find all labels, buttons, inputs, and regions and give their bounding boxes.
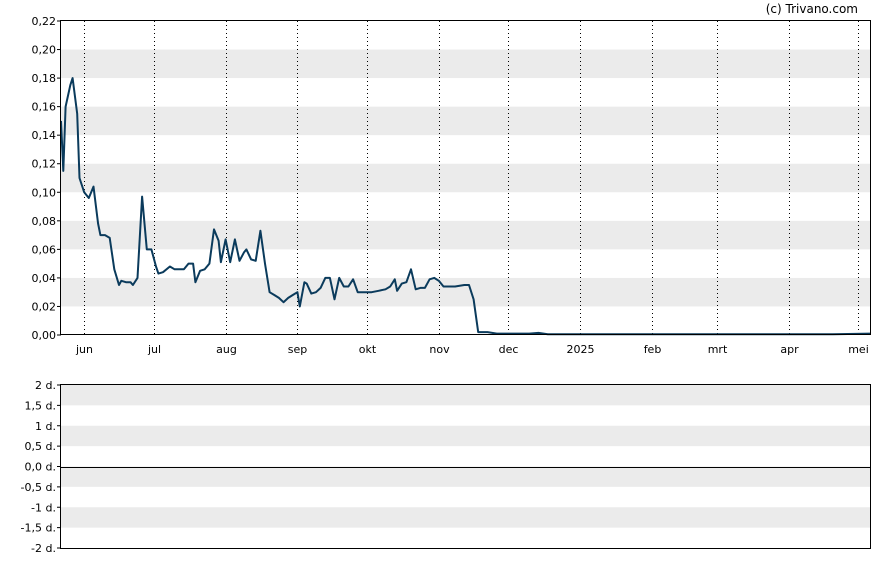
x-tick-label: jun [75,343,93,356]
x-tick-label: mei [848,343,869,356]
copyright-label: (c) Trivano.com [765,2,858,16]
x-tick-label: sep [288,343,307,356]
grid-band [61,466,870,487]
x-tick-label: 2025 [567,343,595,356]
grid-band [61,49,870,79]
grid-band [61,385,870,406]
y-tick-label: 1,5 d. [25,399,56,412]
x-tick-label: apr [780,343,799,356]
y-tick-label: 0,08 [32,215,57,228]
y-tick-label: -2 d. [31,542,56,555]
grid-band [61,425,870,447]
top-x-axis-labels: jun jul aug sep okt nov dec 2025 feb mrt apr mei [75,343,869,356]
top-grid-bands [61,49,870,307]
x-tick-label: okt [359,343,377,356]
y-tick-label: -0,5 d. [21,481,56,494]
grid-band [61,163,870,193]
bottom-y-axis-labels: -2 d. -1,5 d. -1 d. -0,5 d. 0,0 d. 0,5 d. 1 d.… [21,379,61,555]
x-tick-label: aug [216,343,237,356]
x-tick-label: feb [644,343,662,356]
y-tick-label: 0,22 [32,15,57,28]
grid-band [61,220,870,250]
y-tick-label: 2 d. [35,379,56,392]
grid-band [61,106,870,136]
y-tick-label: 0,10 [32,186,57,199]
y-tick-label: -1,5 d. [21,522,56,535]
grid-band [61,507,870,528]
x-tick-label: nov [429,343,450,356]
y-tick-label: 0,12 [32,158,57,171]
chart-stage: (c) Trivano.com 0,00 0,02 0,04 0,06 0,08 0,10… [0,0,888,565]
y-tick-label: -1 d. [31,501,56,514]
x-tick-label: mrt [708,343,728,356]
y-tick-label: 0,18 [32,72,57,85]
y-tick-label: 0,06 [32,243,57,256]
y-tick-label: 0,16 [32,101,57,114]
y-tick-label: 0,0 d. [25,461,56,474]
top-y-axis-labels: 0,00 0,02 0,04 0,06 0,08 0,10 0,12 0,14 0,16 0,18… [32,15,61,342]
bottom-grid-bands [61,385,870,528]
price-chart: 0,00 0,02 0,04 0,06 0,08 0,10 0,12 0,14 0,16 0,18… [21,15,871,555]
y-tick-label: 0,02 [32,300,57,313]
grid-band [61,277,870,307]
y-tick-label: 0,14 [32,129,57,142]
y-tick-label: 0,5 d. [25,440,56,453]
y-tick-label: 0,20 [32,44,57,57]
y-tick-label: 1 d. [35,420,56,433]
y-tick-label: 0,04 [32,272,57,285]
y-tick-label: 0,00 [32,329,57,342]
x-tick-label: dec [499,343,519,356]
x-tick-label: jul [147,343,161,356]
